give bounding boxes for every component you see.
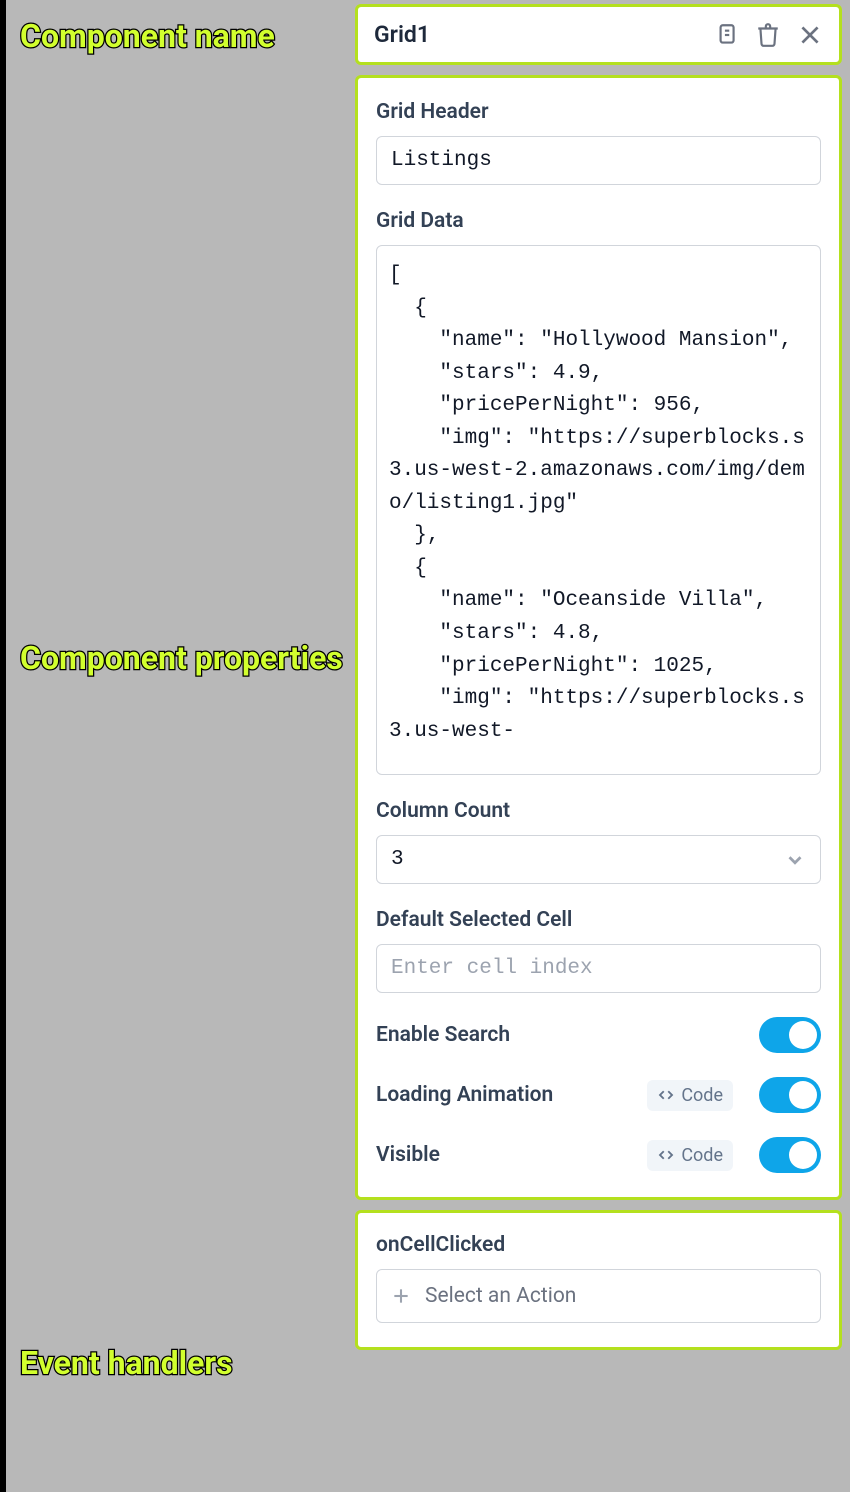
loading-animation-toggle[interactable] <box>759 1077 821 1113</box>
grid-data-input[interactable]: [ { "name": "Hollywood Mansion", "stars"… <box>376 245 821 775</box>
code-icon <box>657 1146 675 1164</box>
annotation-component-name: Component name <box>20 18 275 55</box>
chevron-down-icon <box>784 849 806 871</box>
component-title[interactable]: Grid1 <box>374 21 713 48</box>
copy-icon[interactable] <box>713 22 739 48</box>
visible-code-toggle[interactable]: Code <box>647 1140 733 1171</box>
enable-search-label: Enable Search <box>376 1023 747 1047</box>
column-count-select[interactable]: 3 <box>376 835 821 884</box>
grid-data-label: Grid Data <box>376 209 821 233</box>
loading-animation-code-toggle[interactable]: Code <box>647 1080 733 1111</box>
select-action-button[interactable]: Select an Action <box>376 1269 821 1323</box>
component-header-card: Grid1 <box>355 4 842 65</box>
annotation-column: Component name Component properties Even… <box>6 0 351 1492</box>
loading-animation-label: Loading Animation <box>376 1083 635 1107</box>
component-properties-card: Grid Header Grid Data [ { "name": "Holly… <box>355 75 842 1200</box>
close-icon[interactable] <box>797 22 823 48</box>
delete-icon[interactable] <box>755 22 781 48</box>
annotation-event-handlers: Event handlers <box>20 1345 233 1382</box>
column-count-value: 3 <box>391 848 404 871</box>
visible-label: Visible <box>376 1143 635 1167</box>
annotation-component-properties: Component properties <box>20 640 343 677</box>
code-icon <box>657 1086 675 1104</box>
properties-panel: Grid1 Grid H <box>351 0 850 1492</box>
plus-icon <box>391 1286 411 1306</box>
select-action-label: Select an Action <box>425 1284 576 1308</box>
default-selected-cell-label: Default Selected Cell <box>376 908 821 932</box>
enable-search-toggle[interactable] <box>759 1017 821 1053</box>
on-cell-clicked-label: onCellClicked <box>376 1233 821 1257</box>
event-handlers-card: onCellClicked Select an Action <box>355 1210 842 1350</box>
visible-toggle[interactable] <box>759 1137 821 1173</box>
grid-header-label: Grid Header <box>376 100 821 124</box>
grid-header-input[interactable] <box>376 136 821 185</box>
default-selected-cell-input[interactable] <box>376 944 821 993</box>
column-count-label: Column Count <box>376 799 821 823</box>
